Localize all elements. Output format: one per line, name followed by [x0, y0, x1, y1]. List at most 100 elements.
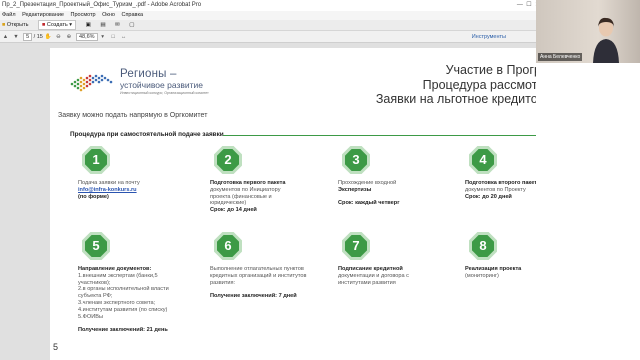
step-number: 5 [92, 238, 100, 253]
step-number-badge: 2 [214, 146, 242, 174]
arrow-down-icon[interactable]: ▼ [13, 31, 20, 43]
window-title: Пр_2_Презентация_Проектный_Офис_Туризм_.… [2, 2, 202, 8]
apply-note: Заявку можно подать напрямую в Оргкомите… [58, 112, 208, 119]
step-number: 8 [479, 238, 487, 253]
step-2: 2 Подготовка первого пакета документов по … [210, 146, 330, 214]
step-text-line: 4.институтам развития (по списку) [78, 306, 168, 313]
russia-map-logo-icon [70, 74, 113, 92]
step-text-line: Подача заявки на почту [78, 180, 140, 186]
video-feed[interactable]: Анна Белевченко [536, 0, 640, 63]
step-text-line: субъекта РФ; [78, 293, 113, 300]
step-5: 5 Направление документов: 1.внешним экспер… [78, 232, 198, 334]
step-text-line: 1.внешним экспертам (банки,5 [78, 272, 158, 279]
save-icon[interactable]: ▣ [86, 20, 91, 31]
tools-link[interactable]: Инструменты [472, 31, 506, 43]
slide-page-number: 5 [53, 342, 59, 352]
menu-edit[interactable]: Редактирование [22, 12, 64, 18]
step-text-line: 3.членам экспертного совета; [78, 299, 156, 306]
step-text-line: институтами развития [338, 279, 396, 286]
step-number-badge: 5 [82, 232, 110, 260]
step-text: Прохождение входной Экспертизы Срок: кажды… [338, 180, 458, 207]
chevron-down-icon[interactable]: ▾ [99, 31, 106, 43]
step-number-badge: 3 [342, 146, 370, 174]
step-text-line: кредитных организаций и институтов [210, 272, 307, 279]
logo-caption: Инвестиционный конкурс; Организационный … [120, 91, 209, 95]
step-text: Подготовка первого пакета документов по И… [210, 180, 330, 214]
arrow-up-icon[interactable]: ▲ [2, 31, 9, 43]
step-text: Выполнение отлагательных пунктов кредитны… [210, 266, 330, 300]
print-icon[interactable]: ▤ [100, 20, 105, 31]
step-number-badge: 8 [469, 232, 497, 260]
regions-logo: Регионы – устойчивое развитие Инвестицио… [68, 66, 228, 100]
comment-icon[interactable]: ▢ [129, 20, 134, 31]
menu-file[interactable]: Файл [2, 12, 16, 18]
step-text-line: Срок: до 14 дней [210, 207, 257, 214]
document-viewer[interactable]: Регионы – устойчивое развитие Инвестицио… [0, 43, 586, 360]
page-number-input[interactable]: 5 [23, 32, 33, 41]
step-7: 7 Подписание кредитной документации и дого… [338, 232, 458, 286]
menu-window[interactable]: Окно [102, 12, 115, 18]
minimize-button[interactable]: — [517, 2, 523, 8]
step-text-line[interactable]: info@infra-konkurs.ru [78, 187, 198, 194]
main-toolbar: ■ Открыть ■ Создать ▾ ▣ ▤ ✉ ▢ [0, 20, 536, 31]
step-number: 2 [224, 152, 232, 167]
step-3: 3 Прохождение входной Экспертизы Срок: кажд… [338, 146, 458, 207]
step-6: 6 Выполнение отлагательных пунктов кредитн… [210, 232, 330, 300]
fit-page-icon[interactable]: □ [110, 31, 117, 43]
step-text-line: проекта (финансовые и [210, 193, 272, 200]
step-1: 1 Подача заявки на почту info@infra-konkur… [78, 146, 198, 200]
step-text-line: Выполнение отлагательных пунктов [210, 266, 304, 272]
step-text-line: документации и договора с [338, 272, 409, 279]
step-text-line: (по форме) [78, 193, 109, 200]
step-number: 6 [224, 238, 232, 253]
menu-view[interactable]: Просмотр [71, 12, 96, 18]
procedure-divider [223, 135, 555, 136]
step-text-line: развития: [210, 279, 236, 286]
step-text-line: 2.в органы исполнительной власти [78, 286, 169, 293]
step-text-line: Подготовка первого пакета [210, 180, 286, 186]
hand-tool-icon[interactable]: ✋ [44, 31, 51, 43]
step-text-line: Получение заключений: 21 день [78, 327, 168, 334]
page-total: / 15 [33, 34, 43, 40]
step-text-line: Получение заключений: 7 дней [210, 293, 297, 300]
fit-width-icon[interactable]: ↔ [120, 31, 127, 43]
create-label: Создать [46, 22, 68, 28]
step-text-line: Прохождение входной [338, 180, 397, 186]
maximize-button[interactable]: ☐ [526, 2, 531, 8]
open-label: Открыть [6, 22, 29, 28]
step-number-badge: 6 [214, 232, 242, 260]
create-button[interactable]: ■ Создать ▾ [38, 20, 77, 30]
chevron-down-icon: ▾ [69, 22, 73, 28]
step-number-badge: 1 [82, 146, 110, 174]
participant-name: Анна Белевченко [538, 53, 583, 61]
step-number: 7 [352, 238, 360, 253]
zoom-out-icon[interactable]: ⊖ [55, 31, 62, 43]
logo-subtitle: устойчивое развитие [120, 80, 203, 90]
step-number: 4 [479, 152, 487, 167]
step-text-line: Направление документов: [78, 266, 152, 272]
create-pdf-icon: ■ [42, 22, 46, 28]
menu-help[interactable]: Справка [121, 12, 143, 18]
menu-bar: Файл Редактирование Просмотр Окно Справк… [0, 11, 536, 20]
step-text-line: Экспертизы [338, 186, 372, 193]
zoom-input[interactable]: 48,6% [75, 32, 98, 41]
folder-icon: ■ [2, 22, 6, 28]
step-text: Подача заявки на почту info@infra-konkurs… [78, 180, 198, 200]
navigation-toolbar: ▲ ▼ 5 / 15 ✋ ⊖ ⊕ 48,6% ▾ □ ↔ Инструменты [0, 31, 536, 43]
mail-icon[interactable]: ✉ [115, 20, 120, 31]
step-text-line: Срок: каждый четверг [338, 200, 400, 207]
procedure-title: Процедура при самостоятельной подаче зая… [70, 131, 224, 138]
open-button[interactable]: ■ Открыть [2, 20, 28, 31]
logo-title: Регионы – [120, 68, 177, 80]
step-number-badge: 4 [469, 146, 497, 174]
step-number-badge: 7 [342, 232, 370, 260]
step-text-line: Подписание кредитной [338, 266, 403, 272]
participant-silhouette-icon [593, 17, 619, 63]
zoom-in-icon[interactable]: ⊕ [65, 31, 72, 43]
step-text-line: 5.ФОИВы [78, 313, 104, 320]
step-number: 1 [92, 152, 100, 167]
step-text: Направление документов: 1.внешним эксперт… [78, 266, 198, 334]
video-panel-area [536, 63, 640, 360]
slide-page: Регионы – устойчивое развитие Инвестицио… [50, 48, 586, 360]
step-number: 3 [352, 152, 360, 167]
